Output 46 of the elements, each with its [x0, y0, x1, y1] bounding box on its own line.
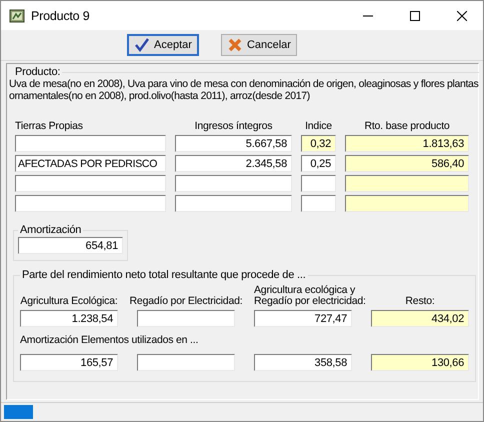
input-field[interactable] — [137, 354, 235, 371]
column-header: Ingresos íntegros — [194, 120, 274, 132]
input-field[interactable]: 434,02 — [371, 310, 469, 327]
input-field[interactable]: AFECTADAS POR PEDRISCO — [15, 155, 166, 172]
accept-button[interactable]: Aceptar — [127, 34, 199, 56]
input-field[interactable]: 130,66 — [371, 354, 469, 371]
input-field[interactable]: 165,57 — [20, 354, 118, 371]
input-field[interactable]: 5.667,58 — [175, 135, 292, 152]
cross-icon — [226, 37, 243, 53]
app-icon — [9, 8, 25, 24]
input-field[interactable]: 2.345,58 — [175, 155, 292, 172]
input-field[interactable] — [301, 195, 336, 212]
close-icon[interactable] — [457, 10, 467, 20]
column-header: Rto. base producto — [363, 120, 451, 132]
field-label: Amortización Elementos utilizados en ... — [20, 334, 200, 346]
input-field[interactable] — [345, 175, 469, 192]
group-label: Producto: — [14, 66, 62, 78]
input-field[interactable] — [301, 175, 336, 192]
column-header: Indice — [304, 120, 333, 132]
input-field[interactable]: 1.813,63 — [345, 135, 469, 152]
field-label: Resto: — [405, 296, 435, 307]
checkmark-icon — [134, 37, 150, 53]
input-field[interactable]: 358,58 — [254, 354, 352, 371]
input-field[interactable] — [175, 175, 292, 192]
window-title: Producto 9 — [31, 8, 90, 22]
field-label: Regadío por Electricidad: — [130, 296, 242, 307]
product-description: Uva de mesa(no en 2008), Uva para vino de mesa con denominación de origen, oleaginosas y flores plantas ornamentales(no en 2008), prod.olivo(hasta 2011), arroz(desde 2017) — [9, 78, 479, 102]
column-header: Tierras Propias — [15, 120, 84, 132]
input-field[interactable] — [15, 195, 166, 212]
cancel-button[interactable]: Cancelar — [220, 34, 297, 56]
field-label: Agricultura Ecológica: — [20, 296, 118, 307]
input-field[interactable] — [175, 195, 292, 212]
input-field[interactable]: 0,32 — [301, 135, 336, 152]
input-field[interactable]: 0,25 — [301, 155, 336, 172]
input-field[interactable] — [137, 310, 235, 327]
input-field[interactable]: 654,81 — [18, 237, 123, 254]
group-label: Amortización — [19, 224, 82, 236]
input-field[interactable] — [15, 175, 166, 192]
input-field[interactable]: 586,40 — [345, 155, 469, 172]
input-field[interactable] — [15, 135, 166, 152]
input-field[interactable] — [345, 195, 469, 212]
input-field[interactable]: 727,47 — [254, 310, 352, 327]
group-label: Parte del rendimiento neto total resultante que procede de ... — [21, 269, 307, 281]
maximize-icon[interactable] — [410, 10, 420, 20]
field-label: Agricultura ecológica y Regadío por electricidad: — [254, 285, 366, 307]
input-field[interactable]: 1.238,54 — [20, 310, 118, 327]
